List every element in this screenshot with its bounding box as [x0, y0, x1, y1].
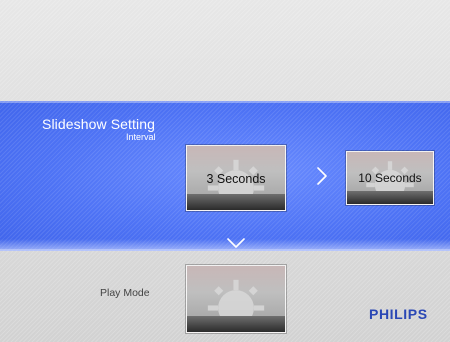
interval-current-tile[interactable]: 3 Seconds [186, 145, 286, 211]
chevron-down-icon[interactable] [227, 238, 245, 248]
interval-next-label: 10 Seconds [358, 171, 422, 185]
interval-next-tile[interactable]: 10 Seconds [346, 151, 434, 205]
interval-current-label: 3 Seconds [206, 172, 266, 186]
brand-logo: PHILIPS [369, 306, 428, 322]
page-subtitle: Interval [126, 132, 156, 142]
play-mode-label: Play Mode [100, 287, 150, 299]
page-title: Slideshow Setting [42, 116, 155, 132]
tile-base [347, 191, 433, 204]
chevron-right-icon[interactable] [317, 167, 327, 185]
tile-base [187, 194, 285, 210]
play-mode-tile[interactable] [186, 265, 286, 333]
tile-base [187, 316, 285, 332]
